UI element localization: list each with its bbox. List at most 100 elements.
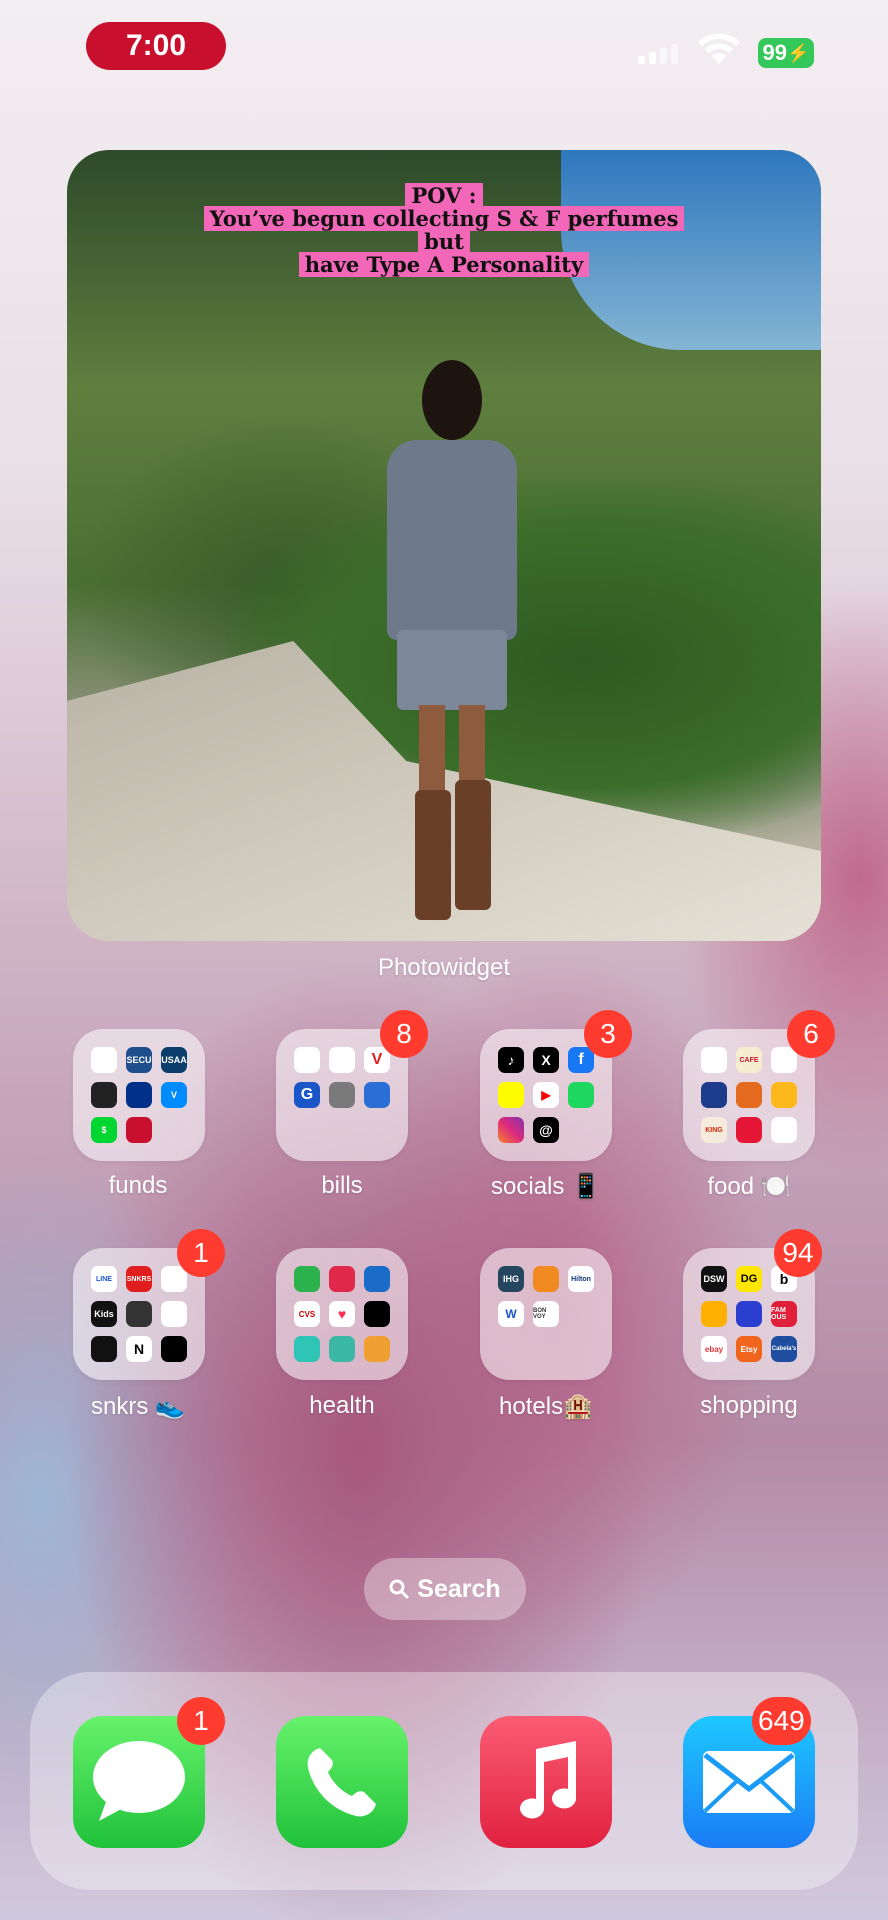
app-icon (533, 1266, 559, 1292)
app-icon (126, 1301, 152, 1327)
puma-icon (161, 1336, 187, 1362)
mail-badge: 649 (752, 1697, 811, 1745)
wallet-icon (91, 1082, 117, 1108)
caption-line: have Type A Personality (298, 252, 590, 277)
folder-health[interactable]: CVS ♥ (276, 1248, 408, 1380)
app-icon (736, 1301, 762, 1327)
chick-fil-a-icon (736, 1117, 762, 1143)
bonvoy-icon: BON VOY (533, 1301, 559, 1327)
new-balance-icon: N (126, 1336, 152, 1362)
app-icon (329, 1082, 355, 1108)
battery-indicator: 99 ⚡ (758, 38, 814, 68)
photo-widget[interactable]: POV : You’ve begun collecting S & F perf… (67, 150, 821, 941)
search-label: Search (417, 1574, 501, 1603)
app-icon (294, 1266, 320, 1292)
folder-hotels[interactable]: IHG Hilton W BON VOY (480, 1248, 612, 1380)
music-note-icon (520, 1741, 576, 1819)
message-bubble-icon (93, 1741, 185, 1821)
app-icon (329, 1336, 355, 1362)
app-icon (126, 1117, 152, 1143)
etsy-icon: Etsy (736, 1336, 762, 1362)
wendys-icon (701, 1047, 727, 1073)
widget-label: Photowidget (377, 954, 511, 981)
wifi-icon (698, 34, 740, 64)
app-icon (771, 1082, 797, 1108)
tiktok-icon: ♪ (498, 1047, 524, 1073)
app-icon (736, 1082, 762, 1108)
folder-label-shopping: shopping (700, 1392, 798, 1419)
folder-label-funds: funds (108, 1172, 168, 1199)
music-app[interactable] (480, 1716, 612, 1848)
app-icon (294, 1336, 320, 1362)
battery-level: 99 (762, 40, 788, 65)
spotlight-search-button[interactable]: Search (364, 1558, 526, 1620)
app-icon (329, 1266, 355, 1292)
empty-slot (568, 1301, 594, 1327)
app-icon (329, 1047, 355, 1073)
charging-bolt-icon: ⚡ (787, 42, 810, 63)
caption-line: You’ve begun collecting S & F perfumes (203, 206, 685, 231)
app-icon (364, 1266, 390, 1292)
empty-slot (568, 1117, 594, 1143)
folder-label-socials: socials 📱 (491, 1173, 601, 1200)
empty-slot (533, 1336, 559, 1362)
photo-person (367, 360, 537, 920)
app-icon (364, 1082, 390, 1108)
app-icon (568, 1082, 594, 1108)
status-time: 7:00 (86, 22, 226, 70)
app-icon (364, 1301, 390, 1327)
health-heart-icon: ♥ (329, 1301, 355, 1327)
empty-slot (568, 1336, 594, 1362)
folder-label-hotels: hotels🏨 (499, 1393, 593, 1420)
folder-badge: 94 (774, 1229, 822, 1277)
snapchat-icon (498, 1082, 524, 1108)
app-icon (91, 1336, 117, 1362)
youtube-icon: ▶ (533, 1082, 559, 1108)
cvs-health-icon: CVS (294, 1301, 320, 1327)
cafe-icon: CAFE (736, 1047, 762, 1073)
app-icon (91, 1047, 117, 1073)
folder-label-health: health (309, 1392, 375, 1419)
finish-line-icon: LINE (91, 1266, 117, 1292)
app-icon (294, 1047, 320, 1073)
dsw-icon: DSW (701, 1266, 727, 1292)
famous-footwear-icon: FAM OUS (771, 1301, 797, 1327)
search-icon (389, 1579, 409, 1599)
threads-icon: @ (533, 1117, 559, 1143)
burger-king-icon: KING (701, 1117, 727, 1143)
app-icon (364, 1336, 390, 1362)
empty-slot (161, 1117, 187, 1143)
chilis-icon (771, 1117, 797, 1143)
caption-line: but (418, 229, 470, 254)
x-icon: X (533, 1047, 559, 1073)
venmo-icon: V (161, 1082, 187, 1108)
photo-caption: POV : You’ve begun collecting S & F perf… (67, 183, 821, 277)
cash-app-icon: $ (91, 1117, 117, 1143)
instagram-icon (498, 1117, 524, 1143)
folder-badge: 6 (787, 1010, 835, 1058)
phone-app[interactable] (276, 1716, 408, 1848)
folder-badge: 8 (380, 1010, 428, 1058)
folder-label-food: food 🍽️ (707, 1173, 791, 1200)
paypal-icon (126, 1082, 152, 1108)
pretzel-icon (701, 1082, 727, 1108)
app-icon: USAA (161, 1047, 187, 1073)
empty-slot (364, 1117, 390, 1143)
caption-line: POV : (405, 183, 483, 208)
hilton-icon: Hilton (568, 1266, 594, 1292)
snkrs-icon: SNKRS (126, 1266, 152, 1292)
folder-label-snkrs: snkrs 👟 (91, 1393, 185, 1420)
folder-badge: 1 (177, 1229, 225, 1277)
app-icon: G (294, 1082, 320, 1108)
empty-slot (329, 1117, 355, 1143)
folder-funds[interactable]: SECU USAA V $ (73, 1029, 205, 1161)
folder-label-bills: bills (321, 1172, 363, 1199)
envelope-icon (703, 1751, 795, 1813)
phone-handset-icon (307, 1748, 376, 1817)
folder-badge: 3 (584, 1010, 632, 1058)
kids-foot-locker-icon: Kids (91, 1301, 117, 1327)
app-icon (161, 1301, 187, 1327)
messages-badge: 1 (177, 1697, 225, 1745)
ihg-icon: IHG (498, 1266, 524, 1292)
app-icon: SECU (126, 1047, 152, 1073)
